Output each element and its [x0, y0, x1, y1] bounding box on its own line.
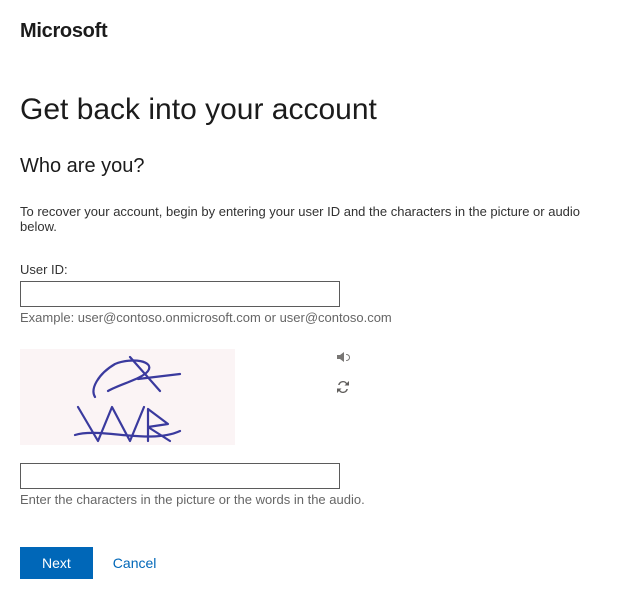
refresh-icon[interactable]	[335, 379, 351, 395]
user-id-label: User ID:	[20, 262, 615, 277]
instructions-text: To recover your account, begin by enteri…	[20, 204, 615, 234]
user-id-input[interactable]	[20, 281, 340, 307]
subtitle: Who are you?	[20, 155, 615, 178]
captcha-hint: Enter the characters in the picture or t…	[20, 492, 615, 507]
captcha-image	[20, 349, 235, 445]
next-button[interactable]: Next	[20, 547, 93, 579]
speaker-icon[interactable]	[335, 349, 351, 365]
page-title: Get back into your account	[20, 93, 615, 127]
user-id-hint: Example: user@contoso.onmicrosoft.com or…	[20, 310, 615, 325]
captcha-input[interactable]	[20, 463, 340, 489]
brand-logo: Microsoft	[20, 20, 615, 43]
